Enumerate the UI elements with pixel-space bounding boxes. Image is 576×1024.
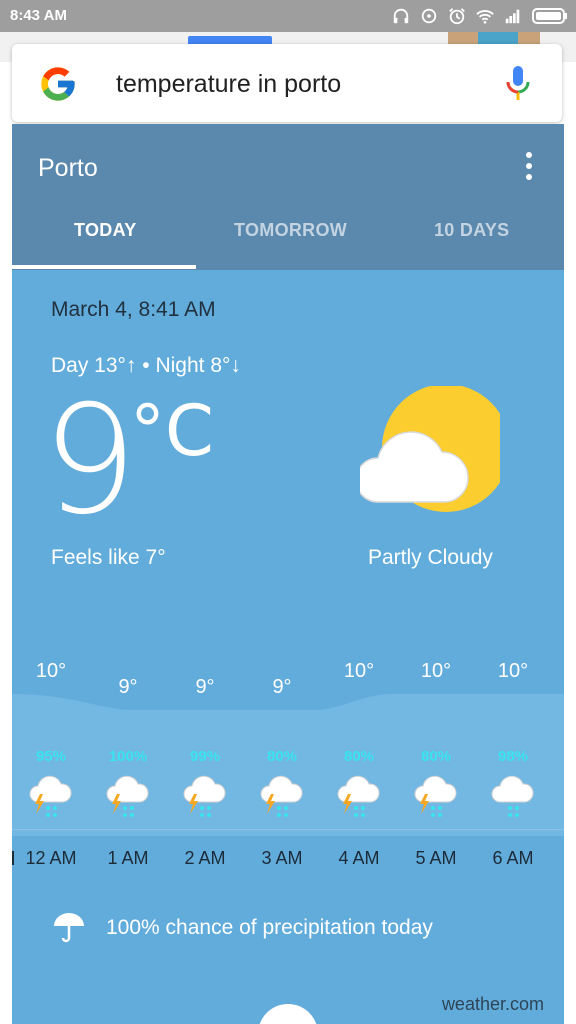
hourly-time: 1 AM xyxy=(107,848,149,868)
hourly-precip-chance: 95% xyxy=(35,748,67,765)
more-options-icon[interactable] xyxy=(526,152,534,180)
partly-cloudy-icon xyxy=(360,386,500,512)
microphone-icon[interactable] xyxy=(504,64,532,104)
active-tab-indicator xyxy=(12,265,196,269)
precipitation-summary: 100% chance of precipitation today xyxy=(106,916,433,939)
umbrella-icon xyxy=(54,913,84,943)
status-bar: 8:43 AM xyxy=(0,0,576,32)
search-bar[interactable]: temperature in porto xyxy=(12,44,562,122)
hourly-temp: 9° xyxy=(272,676,292,698)
search-query[interactable]: temperature in porto xyxy=(116,70,341,99)
sync-icon xyxy=(421,8,437,24)
condition-label: Partly Cloudy xyxy=(368,546,493,569)
hourly-temp: 10° xyxy=(497,660,529,682)
alarm-icon xyxy=(449,8,465,25)
headphones-icon xyxy=(393,8,409,24)
google-logo-icon xyxy=(41,67,75,101)
hourly-precip-chance: 80% xyxy=(266,748,298,765)
tab-tomorrow[interactable]: TOMORROW xyxy=(234,220,347,241)
hourly-temp: 10° xyxy=(420,660,452,682)
status-icons xyxy=(392,6,568,26)
hourly-time: 12 AM xyxy=(25,848,77,868)
hourly-temp: 9° xyxy=(118,676,138,698)
signal-icon xyxy=(505,9,520,24)
source-link[interactable]: weather.com xyxy=(442,994,544,1015)
current-temperature: 9 xyxy=(42,374,138,548)
hourly-time: 4 AM xyxy=(338,848,380,868)
hourly-temp: 9° xyxy=(195,676,215,698)
wifi-icon xyxy=(476,10,494,24)
tab-10-days[interactable]: 10 DAYS xyxy=(434,220,509,241)
thunder-rain-icon xyxy=(337,775,380,817)
thunder-rain-icon xyxy=(414,775,457,817)
city-name: Porto xyxy=(38,154,98,182)
battery-icon xyxy=(532,8,567,24)
hourly-divider xyxy=(12,829,564,830)
hourly-precip-chance: 100% xyxy=(108,748,148,765)
hourly-time: 3 AM xyxy=(261,848,303,868)
observation-datetime: March 4, 8:41 AM xyxy=(51,298,216,321)
feels-like: Feels like 7° xyxy=(51,546,166,569)
hourly-temp: 10° xyxy=(343,660,375,682)
temperature-unit: °C xyxy=(130,390,214,472)
hourly-time: 5 AM xyxy=(415,848,457,868)
hourly-time: 2 AM xyxy=(184,848,226,868)
thunder-rain-icon xyxy=(106,775,149,817)
hourly-precip-chance: 80% xyxy=(420,748,452,765)
thunder-rain-icon xyxy=(183,775,226,817)
status-time: 8:43 AM xyxy=(10,7,67,24)
thunder-rain-icon xyxy=(29,775,72,817)
thunder-rain-icon xyxy=(260,775,303,817)
hourly-precip-chance: 98% xyxy=(497,748,529,765)
hourly-precip-chance: 99% xyxy=(189,748,221,765)
tab-today[interactable]: TODAY xyxy=(74,220,137,241)
rain-icon xyxy=(491,775,534,817)
hourly-precip-chance: 80% xyxy=(343,748,375,765)
weather-header: Porto TODAY TOMORROW 10 DAYS xyxy=(12,124,564,270)
hourly-time: 6 AM xyxy=(492,848,534,868)
weather-card: Porto TODAY TOMORROW 10 DAYS March 4, 8:… xyxy=(12,124,564,1024)
hourly-temp: 10° xyxy=(35,660,67,682)
